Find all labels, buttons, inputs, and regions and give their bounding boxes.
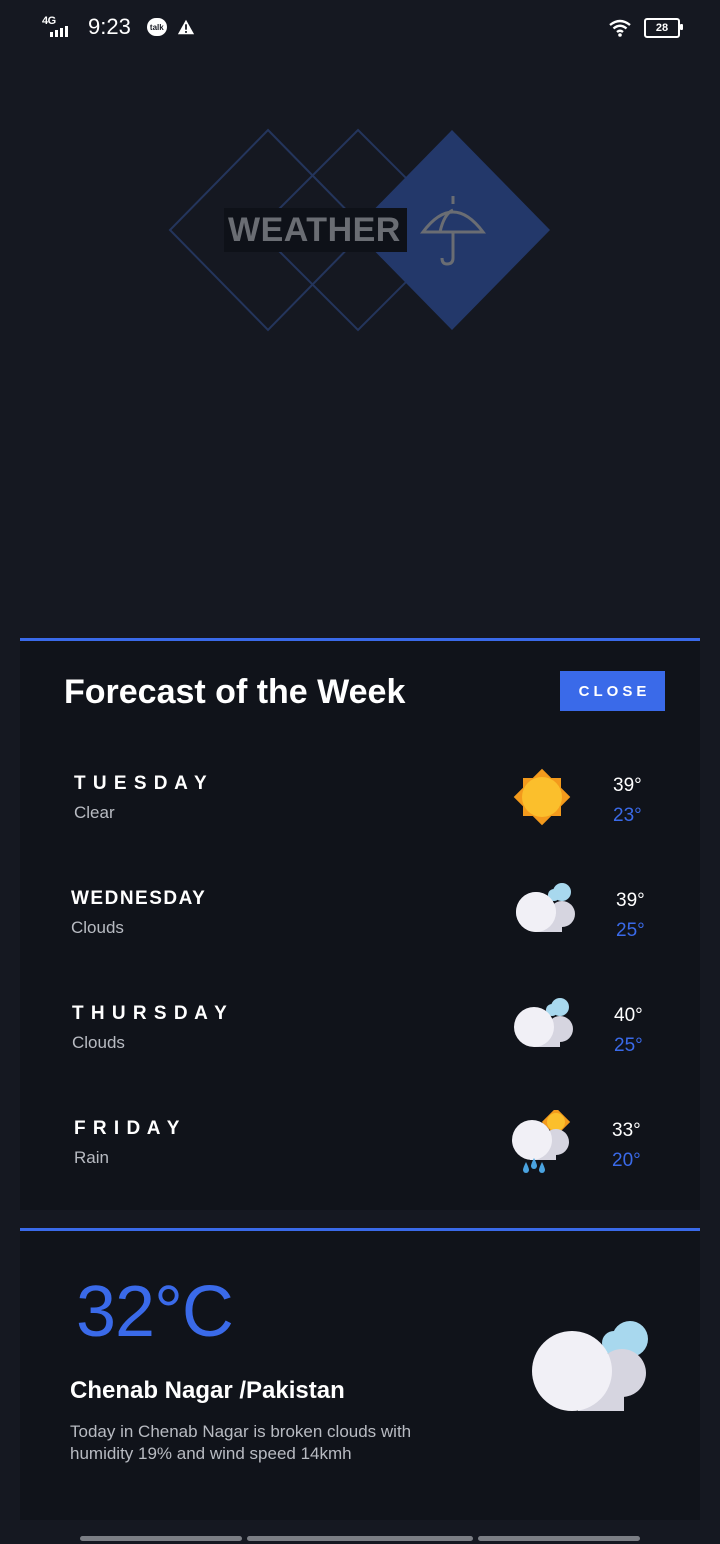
status-bar: 4G 9:23 talk 28 <box>0 0 720 58</box>
current-description: Today in Chenab Nagar is broken clouds w… <box>70 1422 412 1463</box>
status-time: 9:23 <box>88 14 131 39</box>
temp-low: 25° <box>614 1035 643 1056</box>
day-condition: Clouds <box>72 1033 125 1052</box>
forecast-row-friday: F R I D A Y Rain 33° 20° <box>20 1110 700 1198</box>
day-name: WEDNESDAY <box>71 888 207 909</box>
forecast-title: Forecast of the Week <box>64 673 406 711</box>
rain-icon <box>512 1110 571 1173</box>
day-name: T H U R S D A Y <box>72 1003 228 1024</box>
current-temperature: 32°C <box>76 1272 234 1352</box>
day-name: T U E S D A Y <box>74 773 208 794</box>
cellular-signal-icon: 4G <box>42 15 76 39</box>
forecast-row-tuesday: T U E S D A Y Clear 39° 23° <box>20 768 700 853</box>
forecast-card: Forecast of the Week CLOSE T U E S D A Y… <box>20 638 700 1210</box>
battery-level: 28 <box>655 22 669 34</box>
warning-icon <box>177 19 194 35</box>
logo-text: WEATHER <box>224 208 407 252</box>
forecast-row-wednesday: WEDNESDAY Clouds 39° 25° <box>20 883 700 968</box>
nav-indicator-center <box>247 1536 473 1541</box>
temp-high: 39° <box>613 775 642 796</box>
close-button[interactable]: CLOSE <box>560 671 665 711</box>
temp-low: 20° <box>612 1150 641 1171</box>
temp-high: 33° <box>612 1120 641 1141</box>
umbrella-icon <box>420 196 486 266</box>
battery-icon: 28 <box>644 18 683 38</box>
temp-low: 25° <box>616 920 645 941</box>
nav-indicator-right <box>478 1536 640 1541</box>
day-condition: Rain <box>74 1148 109 1167</box>
temp-low: 23° <box>613 805 642 826</box>
forecast-row-thursday: T H U R S D A Y Clouds 40° 25° <box>20 998 700 1083</box>
broken-clouds-icon <box>532 1321 648 1411</box>
talk-notification-icon: talk <box>146 18 167 36</box>
temp-high: 39° <box>616 890 645 911</box>
day-condition: Clear <box>74 803 115 822</box>
wifi-icon <box>609 19 631 37</box>
nav-indicator-left <box>80 1536 242 1541</box>
day-condition: Clouds <box>71 918 124 937</box>
sun-icon <box>513 768 571 826</box>
current-weather-card: 32°C Chenab Nagar /Pakistan Today in Che… <box>20 1228 700 1520</box>
clouds-icon <box>514 998 573 1047</box>
clouds-icon <box>516 883 575 932</box>
day-name: F R I D A Y <box>74 1118 181 1139</box>
current-location: Chenab Nagar /Pakistan <box>70 1377 345 1404</box>
temp-high: 40° <box>614 1005 643 1026</box>
